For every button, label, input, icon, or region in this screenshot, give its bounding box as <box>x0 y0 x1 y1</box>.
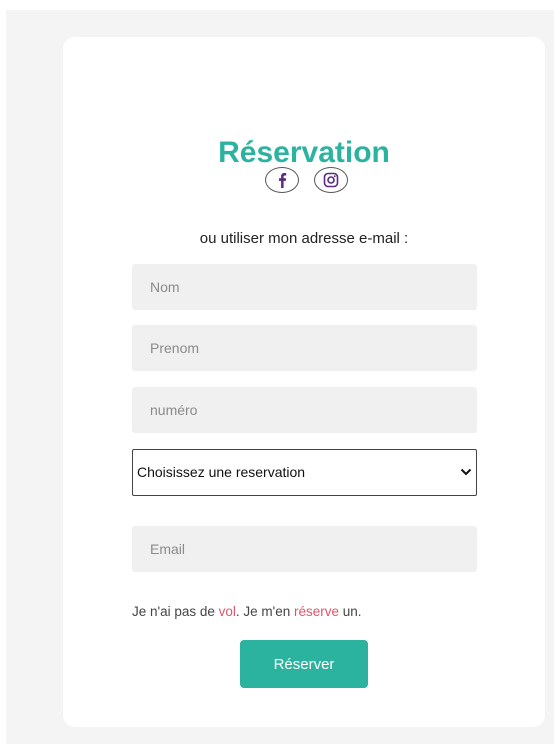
numero-input[interactable] <box>132 387 477 433</box>
note-text-3: un. <box>339 604 362 619</box>
instagram-icon <box>323 172 339 188</box>
note-text-1: Je n'ai pas de <box>132 604 219 619</box>
reserve-link[interactable]: réserve <box>294 604 339 619</box>
prenom-input[interactable] <box>132 325 477 371</box>
reservation-card: Réservation ou utiliser mon adresse e-ma… <box>63 37 545 727</box>
reservation-select[interactable]: Choisissez une reservation <box>132 449 477 496</box>
reserve-button[interactable]: Réserver <box>240 640 368 688</box>
instagram-button[interactable] <box>314 167 348 193</box>
vol-link[interactable]: vol <box>219 604 236 619</box>
flight-note: Je n'ai pas de vol. Je m'en réserve un. <box>132 604 362 619</box>
email-option-label: ou utiliser mon adresse e-mail : <box>199 230 409 247</box>
social-links <box>265 167 355 197</box>
page-title: Réservation <box>218 136 390 169</box>
facebook-icon <box>279 173 287 188</box>
reservation-select-value: Choisissez une reservation <box>137 464 306 480</box>
chevron-down-icon <box>460 468 472 476</box>
nom-input[interactable] <box>132 264 477 310</box>
note-text-2: . Je m'en <box>235 604 295 619</box>
facebook-button[interactable] <box>265 167 299 193</box>
email-input[interactable] <box>132 526 477 572</box>
